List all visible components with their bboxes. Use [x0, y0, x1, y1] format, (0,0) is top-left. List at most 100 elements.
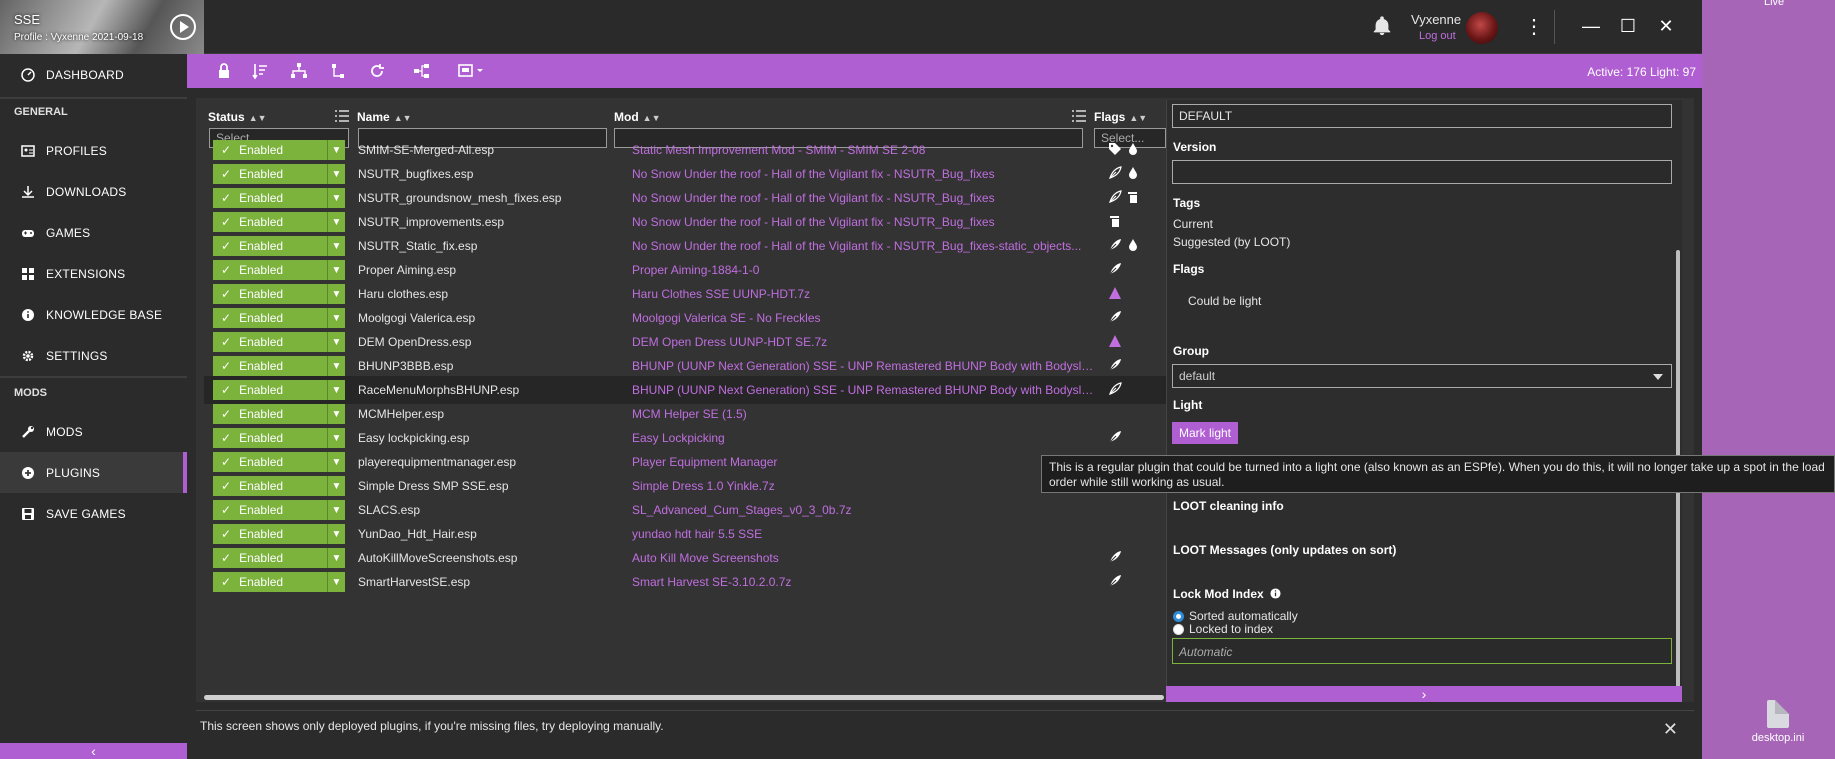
plugin-mod-link[interactable]: Moolgogi Valerica SE - No Freckles	[632, 311, 1094, 325]
sidebar-item-save-games[interactable]: SAVE GAMES	[0, 493, 187, 534]
plugin-mod-link[interactable]: Static Mesh Improvement Mod - SMIM - SMI…	[632, 143, 1094, 157]
status-dropdown[interactable]: ✓ Enabled ▼	[213, 404, 345, 424]
plugin-mod-link[interactable]: Player Equipment Manager	[632, 455, 1094, 469]
chevron-down-icon[interactable]: ▼	[327, 428, 345, 448]
bell-icon[interactable]	[1371, 14, 1393, 38]
status-dropdown[interactable]: ✓ Enabled ▼	[213, 500, 345, 520]
plugin-mod-link[interactable]: Auto Kill Move Screenshots	[632, 551, 1094, 565]
info-icon[interactable]	[1270, 588, 1281, 599]
chevron-down-icon[interactable]: ▼	[327, 332, 345, 352]
status-dropdown[interactable]: ✓ Enabled ▼	[213, 524, 345, 544]
sidebar-item-games[interactable]: GAMES	[0, 212, 187, 253]
sidebar-item-profiles[interactable]: PROFILES	[0, 130, 187, 171]
chevron-down-icon[interactable]: ▼	[327, 212, 345, 232]
col-name-header[interactable]: Name ▲▼	[357, 110, 412, 124]
col-status-header[interactable]: Status ▲▼	[208, 110, 267, 124]
plugin-mod-link[interactable]: SL_Advanced_Cum_Stages_v0_3_0b.7z	[632, 503, 1094, 517]
horizontal-scrollbar[interactable]	[204, 695, 1164, 700]
desktop-file-icon[interactable]: desktop.ini	[1748, 700, 1808, 744]
chevron-down-icon[interactable]: ▼	[327, 452, 345, 472]
plugin-mod-link[interactable]: Haru Clothes SSE UUNP-HDT.7z	[632, 287, 1094, 301]
sidebar-collapse-button[interactable]: ‹	[0, 743, 187, 759]
status-dropdown[interactable]: ✓ Enabled ▼	[213, 164, 345, 184]
status-dropdown[interactable]: ✓ Enabled ▼	[213, 356, 345, 376]
radio-locked-to-index[interactable]	[1173, 624, 1184, 635]
status-dropdown[interactable]: ✓ Enabled ▼	[213, 212, 345, 232]
author-field[interactable]: DEFAULT	[1172, 104, 1672, 128]
details-collapse-button[interactable]: ›	[1166, 686, 1682, 702]
chevron-down-icon[interactable]: ▼	[327, 284, 345, 304]
status-dropdown[interactable]: ✓ Enabled ▼	[213, 284, 345, 304]
close-icon[interactable]: ✕	[1652, 12, 1680, 40]
status-dropdown[interactable]: ✓ Enabled ▼	[213, 308, 345, 328]
version-field[interactable]	[1172, 160, 1672, 184]
plugin-mod-link[interactable]: No Snow Under the roof - Hall of the Vig…	[632, 239, 1094, 253]
groups-icon[interactable]	[413, 62, 431, 80]
plugin-mod-link[interactable]: BHUNP (UUNP Next Generation) SSE - UNP R…	[632, 383, 1094, 397]
sidebar-item-mods[interactable]: MODS	[0, 411, 187, 452]
logout-link[interactable]: Log out	[1419, 30, 1456, 42]
mod-index-input[interactable]: Automatic	[1172, 638, 1672, 664]
chevron-down-icon[interactable]: ▼	[327, 404, 345, 424]
sidebar-item-settings[interactable]: SETTINGS	[0, 335, 187, 376]
chevron-down-icon[interactable]: ▼	[327, 188, 345, 208]
chevron-down-icon[interactable]: ▼	[327, 308, 345, 328]
refresh-icon[interactable]	[368, 62, 386, 80]
chevron-down-icon[interactable]: ▼	[327, 140, 345, 160]
kebab-menu-icon[interactable]: ⋮	[1524, 14, 1544, 40]
sidebar-item-extensions[interactable]: EXTENSIONS	[0, 253, 187, 294]
sort-icon[interactable]	[251, 62, 269, 80]
chevron-down-icon[interactable]: ▼	[327, 380, 345, 400]
chevron-down-icon[interactable]: ▼	[327, 356, 345, 376]
status-dropdown[interactable]: ✓ Enabled ▼	[213, 452, 345, 472]
network-icon[interactable]	[290, 62, 308, 80]
plugin-mod-link[interactable]: MCM Helper SE (1.5)	[632, 407, 1094, 421]
status-dropdown[interactable]: ✓ Enabled ▼	[213, 332, 345, 352]
chevron-down-icon[interactable]: ▼	[327, 476, 345, 496]
col-mod-header[interactable]: Mod ▲▼	[614, 110, 660, 124]
group-select[interactable]: default	[1172, 364, 1672, 388]
plugin-mod-link[interactable]: Smart Harvest SE-3.10.2.0.7z	[632, 575, 1094, 589]
mark-light-button[interactable]: Mark light	[1172, 422, 1239, 444]
avatar[interactable]	[1466, 12, 1498, 44]
status-dropdown[interactable]: ✓ Enabled ▼	[213, 260, 345, 280]
plugin-mod-link[interactable]: yundao hdt hair 5.5 SSE	[632, 527, 1094, 541]
chevron-down-icon[interactable]: ▼	[327, 260, 345, 280]
close-icon[interactable]: ✕	[1663, 719, 1678, 740]
lock-icon[interactable]	[215, 62, 233, 80]
sidebar-item-dashboard[interactable]: DASHBOARD	[0, 54, 187, 95]
loot-cleaning-label[interactable]: LOOT cleaning info	[1173, 499, 1284, 513]
plugin-mod-link[interactable]: No Snow Under the roof - Hall of the Vig…	[632, 167, 1094, 181]
chevron-down-icon[interactable]: ▼	[327, 524, 345, 544]
radio-sorted-automatically[interactable]	[1173, 611, 1184, 622]
chevron-down-icon[interactable]: ▼	[327, 548, 345, 568]
chevron-down-icon[interactable]: ▼	[327, 500, 345, 520]
plugin-mod-link[interactable]: Simple Dress 1.0 Yinkle.7z	[632, 479, 1094, 493]
chevron-down-icon[interactable]: ▼	[327, 572, 345, 592]
status-dropdown[interactable]: ✓ Enabled ▼	[213, 188, 345, 208]
play-icon[interactable]	[170, 14, 196, 40]
status-dropdown[interactable]: ✓ Enabled ▼	[213, 140, 345, 160]
col-flags-header[interactable]: Flags ▲▼	[1094, 110, 1147, 124]
status-dropdown[interactable]: ✓ Enabled ▼	[213, 476, 345, 496]
column-list-icon[interactable]	[1072, 110, 1086, 122]
maximize-icon[interactable]: ☐	[1614, 12, 1642, 40]
chevron-down-icon[interactable]: ▼	[327, 236, 345, 256]
loot-messages-label[interactable]: LOOT Messages (only updates on sort)	[1173, 543, 1396, 557]
table-row[interactable]: ✓ Enabled ▼ SmartHarvestSE.esp Smart Harv…	[204, 568, 1194, 596]
sidebar-item-plugins[interactable]: PLUGINS	[0, 452, 187, 493]
plugin-mod-link[interactable]: Proper Aiming-1884-1-0	[632, 263, 1094, 277]
game-tile[interactable]: SSE Profile : Vyxenne 2021-09-18	[0, 0, 204, 54]
screen-dropdown-icon[interactable]	[457, 62, 487, 80]
sidebar-item-knowledge-base[interactable]: KNOWLEDGE BASE	[0, 294, 187, 335]
column-list-icon[interactable]	[335, 110, 349, 122]
plugin-mod-link[interactable]: BHUNP (UUNP Next Generation) SSE - UNP R…	[632, 359, 1094, 373]
minimize-icon[interactable]: —	[1577, 12, 1605, 40]
sidebar-item-downloads[interactable]: DOWNLOADS	[0, 171, 187, 212]
plugin-mod-link[interactable]: No Snow Under the roof - Hall of the Vig…	[632, 215, 1094, 229]
status-dropdown[interactable]: ✓ Enabled ▼	[213, 236, 345, 256]
plugin-mod-link[interactable]: DEM Open Dress UUNP-HDT SE.7z	[632, 335, 1094, 349]
plugin-mod-link[interactable]: Easy Lockpicking	[632, 431, 1094, 445]
status-dropdown[interactable]: ✓ Enabled ▼	[213, 572, 345, 592]
status-dropdown[interactable]: ✓ Enabled ▼	[213, 380, 345, 400]
